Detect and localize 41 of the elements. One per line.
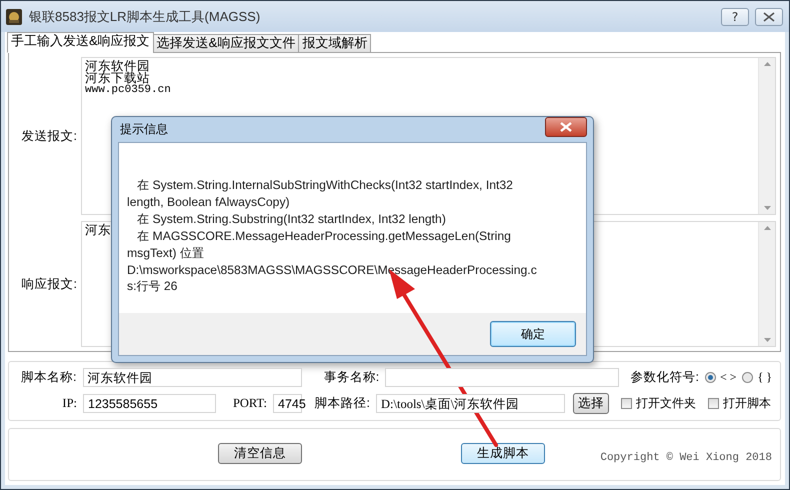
close-button[interactable]	[545, 116, 587, 136]
checkbox-option[interactable]: 打开文件夹	[621, 395, 696, 412]
radio-button[interactable]	[704, 372, 716, 383]
scroll-down-icon[interactable]	[764, 338, 770, 342]
choose-button[interactable]: 选择	[573, 393, 609, 414]
field-label: 事务名称:	[322, 369, 380, 386]
field-label: IP:	[61, 396, 77, 411]
field-label: 发送报文:	[20, 128, 78, 144]
script-path-field[interactable]: D:\tools\桌面\河东软件园	[376, 394, 565, 413]
tab[interactable]: 选择发送&响应报文文件	[152, 34, 300, 53]
error-message: 在 System.String.InternalSubStringWithChecks(Int32 startIndex, Int32 length, Boolean fAlwaysCopy) 在 System.String.Substring(Int32 startIndex, Int32 length) 在 MAGSSCORE.MessageHeaderProcessing.getMessageLen(String msgText) 位置 D:\msworkspace\8583MAGSS\MAGSSCORE\MessageHeaderProcessing.c s:行号 26	[126, 177, 538, 296]
close-button[interactable]	[755, 8, 783, 26]
dialog-title: 提示信息	[119, 121, 168, 138]
radio-option[interactable]: { }	[742, 370, 772, 385]
field-label: 脚本名称:	[20, 369, 77, 386]
close-icon	[762, 12, 776, 22]
tab[interactable]: 报文域解析	[298, 34, 372, 53]
radio-button[interactable]	[742, 372, 754, 383]
scroll-up-icon[interactable]	[764, 226, 770, 230]
help-button[interactable]: ?	[721, 8, 749, 26]
checkbox-option[interactable]: 打开脚本	[708, 395, 771, 412]
close-icon	[560, 122, 572, 132]
field-label: 脚本路径:	[314, 395, 370, 412]
scroll-down-icon[interactable]	[764, 206, 770, 210]
generate-button[interactable]: 生成脚本	[461, 443, 545, 464]
ip-field[interactable]: 1235585655	[83, 394, 216, 413]
clear-button[interactable]: 清空信息	[218, 443, 302, 464]
checkbox[interactable]	[621, 398, 632, 409]
field-label: 响应报文:	[20, 276, 78, 292]
field-label: PORT:	[232, 396, 267, 411]
tab[interactable]: 手工输入发送&响应报文	[7, 32, 154, 53]
radio-option[interactable]: < >	[704, 370, 736, 385]
window-title: 银联8583报文LR脚本生成工具(MAGSS)	[29, 8, 262, 26]
ok-button[interactable]: 确定	[490, 321, 576, 347]
script-name-field[interactable]: 河东软件园	[82, 368, 302, 387]
field-label: 参数化符号:	[630, 369, 699, 386]
checkbox[interactable]	[708, 398, 719, 409]
scroll-up-icon[interactable]	[764, 62, 770, 66]
copyright-text: Copyright © Wei Xiong 2018	[600, 452, 772, 464]
app-icon	[5, 8, 23, 26]
transaction-name-field[interactable]	[385, 368, 620, 387]
